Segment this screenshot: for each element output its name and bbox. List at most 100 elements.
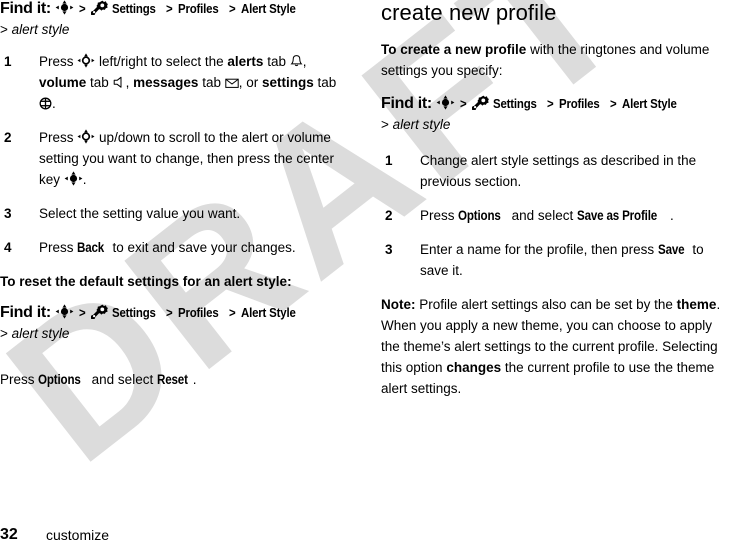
step-bold-messages: messages <box>133 75 199 90</box>
find-it-subpath-3: > alert style <box>381 115 733 134</box>
options-softkey-label: Options <box>38 372 81 387</box>
find-it-label: Find it: <box>0 0 51 17</box>
step-number: 4 <box>4 240 12 255</box>
step-text-part: Select the setting value you want. <box>39 206 241 221</box>
manual-page: Find it: > Settings > Profiles > Alert S… <box>0 0 733 549</box>
find-it-path-1: Find it: > Settings > Profiles > Alert S… <box>0 0 352 18</box>
find-it-label: Find it: <box>381 95 432 112</box>
note-paragraph: Note: Profile alert settings also can be… <box>381 294 733 399</box>
bell-icon <box>290 54 303 68</box>
step-number: 3 <box>385 242 393 257</box>
step-text-part: Press <box>39 240 74 255</box>
note-label: Note: <box>381 297 416 312</box>
reset-heading: To reset the default settings for an ale… <box>0 274 292 289</box>
step-number: 1 <box>4 54 12 69</box>
step-number: 2 <box>385 208 393 223</box>
navigation-key-icon <box>64 171 83 186</box>
find-it-sep-3: > <box>228 1 236 16</box>
settings-gear-icon <box>90 0 108 15</box>
step-text-part: Change alert style settings as described… <box>420 153 697 189</box>
find-it-sep-2: > <box>547 96 554 111</box>
find-it-sep-2: > <box>166 305 173 320</box>
note-bold-theme: theme <box>676 297 717 312</box>
find-it-sep-3: > <box>228 305 236 320</box>
step-text-part: , or <box>238 75 259 90</box>
step-item: 3 Enter a name for the profile, then pre… <box>381 239 733 281</box>
step-item: 2 Press up/down to scroll to the alert o… <box>0 127 352 190</box>
find-it-sub-value-3: alert style <box>392 117 451 132</box>
envelope-icon <box>225 77 239 89</box>
save-as-profile-menu-label: Save as Profile <box>576 208 658 223</box>
step-text-part: tab <box>317 75 337 90</box>
step-number: 1 <box>385 153 393 168</box>
find-it-sub-value-2: alert style <box>11 326 70 341</box>
find-it-alert-style-3: Alert Style <box>621 96 677 111</box>
step-text-part: tab <box>202 75 221 90</box>
step-item: 3 Select the setting value you want. <box>0 203 352 224</box>
step-text-part: and select <box>511 208 574 223</box>
reset-instruction: Press Options and select Reset. <box>0 369 352 390</box>
intro-paragraph: To create a new profile with the rington… <box>381 39 733 81</box>
find-it-path-2: Find it: > Settings > Profiles > Alert S… <box>0 304 352 322</box>
find-it-profiles-3: Profiles <box>559 96 600 111</box>
left-column: Find it: > Settings > Profiles > Alert S… <box>0 0 352 402</box>
step-text-part: Press <box>420 208 455 223</box>
speaker-icon <box>113 76 126 89</box>
step-bold-volume: volume <box>39 75 87 90</box>
find-it-sub-gt-1: > <box>0 22 8 37</box>
step-bold-settings: settings <box>262 75 314 90</box>
find-it-sub-gt-3: > <box>381 117 389 132</box>
find-it-sub-gt-2: > <box>0 326 8 341</box>
back-softkey-label: Back <box>77 240 105 255</box>
step-number: 3 <box>4 206 12 221</box>
settings-gear-icon <box>90 304 108 319</box>
step-text-part: left/right to select the <box>99 54 224 69</box>
find-it-settings-3: Settings <box>493 96 537 111</box>
right-column: create new profile To create a new profi… <box>381 0 733 411</box>
find-it-label: Find it: <box>0 304 51 321</box>
find-it-profiles-1: Profiles <box>178 1 219 16</box>
navigation-key-icon <box>55 304 74 319</box>
step-text-part: . <box>82 172 87 187</box>
find-it-sep-1: > <box>459 96 467 111</box>
navigation-key-icon <box>436 95 455 110</box>
left-steps-list: 1 Press left/right to select the alerts … <box>0 51 352 258</box>
reset-text-part: and select <box>91 372 154 387</box>
step-text-part: . <box>52 96 56 111</box>
step-text-part: to exit and save your changes. <box>112 240 296 255</box>
navigation-key-icon <box>77 53 95 68</box>
find-it-alert-style-1: Alert Style <box>240 1 296 16</box>
step-text-part: Enter a name for the profile, then press <box>420 242 655 257</box>
footer-section-title: customize <box>46 527 110 543</box>
save-softkey-label: Save <box>657 242 685 257</box>
navigation-key-icon <box>77 129 95 144</box>
settings-gear-icon <box>471 95 489 110</box>
find-it-subpath-2: > alert style <box>0 324 352 343</box>
step-item: 1 Press left/right to select the alerts … <box>0 51 352 114</box>
step-text-part: tab <box>267 54 286 69</box>
note-text-part: Profile alert settings also can be set b… <box>419 297 673 312</box>
reset-text-part: Press <box>0 372 35 387</box>
find-it-sep-2: > <box>166 1 173 16</box>
find-it-subpath-1: > alert style <box>0 20 352 39</box>
step-text-part: , <box>125 75 130 90</box>
page-title: create new profile <box>381 0 557 25</box>
step-text-part: Press <box>39 54 74 69</box>
options-softkey-label: Options <box>458 208 501 223</box>
settings-tab-icon <box>39 97 52 110</box>
find-it-alert-style-2: Alert Style <box>240 305 296 320</box>
step-text-part: tab <box>90 75 109 90</box>
reset-menu-label: Reset <box>156 372 188 387</box>
step-text-part: . <box>670 208 674 223</box>
find-it-sub-value-1: alert style <box>11 22 70 37</box>
find-it-sep-1: > <box>78 1 86 16</box>
step-item: 1 Change alert style settings as describ… <box>381 150 733 192</box>
intro-bold-lead: To create a new profile <box>381 42 527 57</box>
find-it-sep-3: > <box>609 96 617 111</box>
step-item: 2 Press Options and select Save as Profi… <box>381 205 733 226</box>
page-number: 32 <box>0 526 18 543</box>
note-bold-changes: changes <box>446 360 502 375</box>
navigation-key-icon <box>55 0 74 15</box>
find-it-settings-2: Settings <box>112 305 156 320</box>
right-steps-list: 1 Change alert style settings as describ… <box>381 150 733 281</box>
